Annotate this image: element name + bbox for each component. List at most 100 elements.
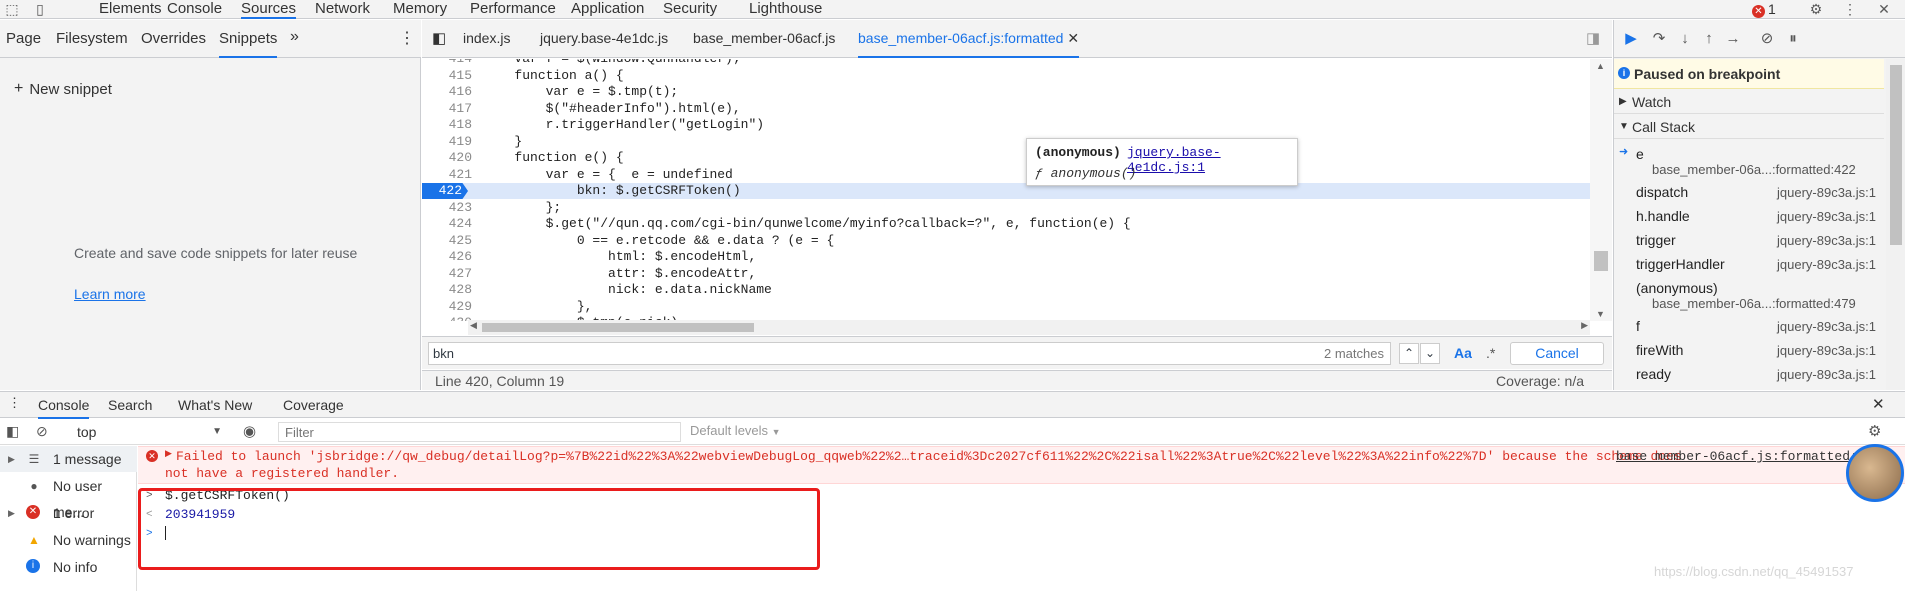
tab-memory[interactable]: Memory <box>393 0 447 19</box>
code-line[interactable]: 420 function e() { <box>422 150 1590 166</box>
close-icon[interactable]: ✕ <box>1876 1 1892 17</box>
pause-exceptions-icon[interactable]: ⏸ <box>1784 30 1802 48</box>
step-into-icon[interactable]: ↓ <box>1676 30 1694 48</box>
floating-avatar[interactable] <box>1846 444 1904 502</box>
tab-page[interactable]: Page <box>6 30 41 47</box>
code-line[interactable]: 423 }; <box>422 200 1590 216</box>
callstack-frame[interactable]: dispatch jquery-89c3a.js:1 <box>1614 180 1884 204</box>
tab-security[interactable]: Security <box>663 0 717 19</box>
more-vertical-icon[interactable]: ⋮ <box>1842 1 1858 17</box>
editor-tab-base-member-formatted[interactable]: base_member-06acf.js:formatted ✕ <box>858 30 1080 58</box>
callstack-frame[interactable]: ➜ e base_member-06a...:formatted:422 <box>1614 142 1884 180</box>
callstack-frame[interactable]: triggerHandler jquery-89c3a.js:1 <box>1614 252 1884 276</box>
console-sidebar-item[interactable]: ▲ No warnings <box>0 527 137 553</box>
code-line[interactable]: 416 var e = $.tmp(t); <box>422 84 1590 100</box>
clear-console-icon[interactable]: ⊘ <box>36 423 48 440</box>
error-count-badge[interactable]: ✕ 1 <box>1752 1 1776 18</box>
console-sidebar-item[interactable]: ● No user me... <box>0 473 137 520</box>
console-sidebar-item[interactable]: ▶ ✕ 1 error <box>0 500 137 526</box>
drawer-tab-console[interactable]: Console <box>38 397 90 419</box>
drawer-tab-whats-new[interactable]: What's New <box>178 397 252 413</box>
console-error-message[interactable]: ✕ ▶ Failed to launch 'jsbridge://qw_debu… <box>138 446 1905 484</box>
previous-match-icon[interactable]: ⌃ <box>1399 343 1419 364</box>
inspect-element-icon[interactable]: ⬚ <box>4 1 20 17</box>
tab-overrides[interactable]: Overrides <box>141 30 206 47</box>
tab-lighthouse[interactable]: Lighthouse <box>749 0 822 19</box>
step-over-icon[interactable]: ↷ <box>1650 30 1668 48</box>
tab-performance[interactable]: Performance <box>470 0 556 19</box>
code-line[interactable]: 429 }, <box>422 299 1590 315</box>
callstack-section[interactable]: ▼ Call Stack <box>1614 115 1884 139</box>
scroll-up-icon[interactable]: ▲ <box>1596 61 1605 71</box>
tab-filesystem[interactable]: Filesystem <box>56 30 128 47</box>
console-sidebar-item[interactable]: i No info <box>0 554 137 580</box>
tab-application[interactable]: Application <box>571 0 644 19</box>
code-line[interactable]: 418 r.triggerHandler("getLogin") <box>422 117 1590 133</box>
learn-more-link[interactable]: Learn more <box>74 286 146 302</box>
search-input[interactable]: bkn 2 matches <box>428 342 1391 365</box>
scrollbar-thumb[interactable] <box>482 323 754 332</box>
code-line[interactable]: 415 function a() { <box>422 68 1590 84</box>
drawer-tab-search[interactable]: Search <box>108 397 152 413</box>
code-view[interactable]: 414 var f = $(window.QunHandler);415 fun… <box>422 59 1590 321</box>
resume-icon[interactable]: ▶ <box>1622 30 1640 48</box>
more-vertical-icon[interactable]: ⋮ <box>399 28 415 48</box>
scroll-right-icon[interactable]: ▶ <box>1581 320 1588 331</box>
expand-triangle-icon[interactable]: ▶ <box>165 449 172 459</box>
editor-tab-jquery-base[interactable]: jquery.base-4e1dc.js <box>540 30 668 46</box>
cancel-search-button[interactable]: Cancel <box>1510 342 1604 365</box>
code-line[interactable]: 426 html: $.encodeHtml, <box>422 249 1590 265</box>
callstack-frame[interactable]: (anonymous) base_member-06a...:formatted:… <box>1614 276 1884 314</box>
close-tab-icon[interactable]: ✕ <box>1067 30 1079 46</box>
deactivate-breakpoints-icon[interactable]: ⊘ <box>1758 30 1776 48</box>
code-line[interactable]: 428 nick: e.data.nickName <box>422 282 1590 298</box>
gear-icon[interactable]: ⚙ <box>1868 422 1881 440</box>
scroll-down-icon[interactable]: ▼ <box>1596 309 1605 319</box>
tab-snippets[interactable]: Snippets <box>219 30 278 58</box>
callstack-frame[interactable]: h.handle jquery-89c3a.js:1 <box>1614 204 1884 228</box>
code-line[interactable]: 419 } <box>422 134 1590 150</box>
code-line-breakpoint[interactable]: 422 bkn: $.getCSRFToken() <box>422 183 1590 199</box>
tab-network[interactable]: Network <box>315 0 370 19</box>
more-tabs-icon[interactable]: » <box>290 28 299 46</box>
new-snippet-button[interactable]: + New snippet <box>14 80 112 98</box>
callstack-frame[interactable]: ready jquery-89c3a.js:1 <box>1614 362 1884 386</box>
gear-icon[interactable]: ⚙ <box>1808 1 1824 17</box>
code-line[interactable]: 421 var e = { e = undefined <box>422 167 1590 183</box>
close-drawer-icon[interactable]: ✕ <box>1872 395 1885 413</box>
scrollbar-thumb[interactable] <box>1594 251 1608 271</box>
match-case-button[interactable]: Aa <box>1454 345 1472 361</box>
callstack-frame[interactable]: f jquery-89c3a.js:1 <box>1614 314 1884 338</box>
scroll-left-icon[interactable]: ◀ <box>470 320 477 331</box>
code-line[interactable]: 427 attr: $.encodeAttr, <box>422 266 1590 282</box>
callstack-frame[interactable]: fireWith jquery-89c3a.js:1 <box>1614 338 1884 362</box>
log-levels-select[interactable]: Default levels ▼ <box>690 423 781 438</box>
debugger-scrollbar[interactable] <box>1886 59 1905 390</box>
horizontal-scrollbar[interactable]: ◀ ▶ <box>468 320 1590 335</box>
error-source-link[interactable]: base_member-06acf.js:formatted: <box>1616 449 1858 464</box>
scrollbar-thumb[interactable] <box>1890 65 1902 245</box>
tab-console[interactable]: Console <box>167 0 222 19</box>
regex-button[interactable]: .* <box>1486 345 1495 361</box>
sidebar-toggle-icon[interactable]: ◧ <box>6 423 19 440</box>
tab-elements[interactable]: Elements <box>99 0 162 19</box>
code-line[interactable]: 414 var f = $(window.QunHandler); <box>422 59 1590 67</box>
eye-icon[interactable]: ◉ <box>243 422 256 440</box>
console-sidebar-item[interactable]: ▶ ☰ 1 message <box>0 446 137 472</box>
toggle-navigator-icon[interactable]: ◧ <box>432 29 446 47</box>
context-select[interactable]: top ▼ <box>64 422 222 442</box>
code-line[interactable]: 424 $.get("//qun.qq.com/cgi-bin/qunwelco… <box>422 216 1590 232</box>
vertical-scrollbar[interactable]: ▲ ▼ <box>1590 59 1612 321</box>
toggle-debugger-icon[interactable]: ◨ <box>1586 29 1600 47</box>
console-filter-input[interactable] <box>278 422 681 442</box>
tab-sources[interactable]: Sources <box>241 0 297 19</box>
step-icon[interactable]: → <box>1724 30 1742 48</box>
device-toolbar-icon[interactable]: ▯ <box>32 1 48 17</box>
callstack-frame[interactable]: trigger jquery-89c3a.js:1 <box>1614 228 1884 252</box>
drawer-tab-coverage[interactable]: Coverage <box>283 397 344 413</box>
next-match-icon[interactable]: ⌄ <box>1420 343 1440 364</box>
popover-source-link[interactable]: jquery.base-4e1dc.js:1 <box>1127 145 1297 175</box>
code-line[interactable]: 417 $("#headerInfo").html(e), <box>422 101 1590 117</box>
step-out-icon[interactable]: ↑ <box>1700 30 1718 48</box>
watch-section[interactable]: ▶ Watch <box>1614 90 1884 114</box>
